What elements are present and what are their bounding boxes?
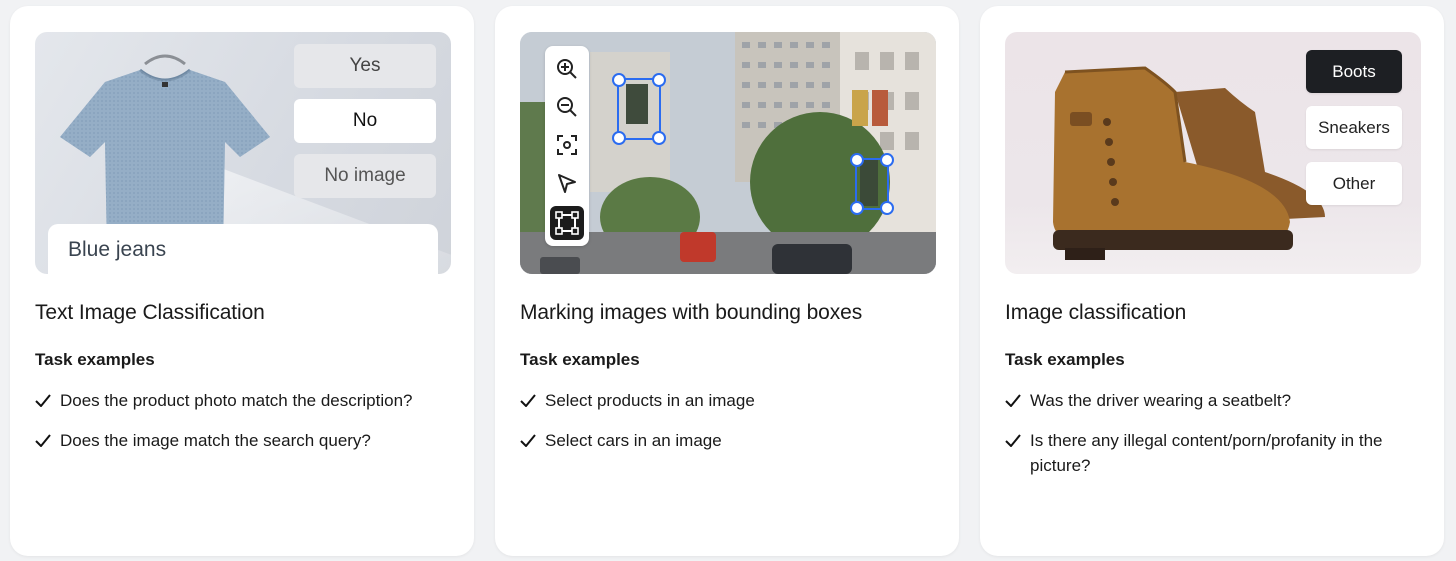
list-item: Was the driver wearing a seatbelt? bbox=[1005, 388, 1415, 413]
card-image-classification: Boots Sneakers Other Image classificatio… bbox=[980, 6, 1444, 556]
example-text: Is there any illegal content/porn/profan… bbox=[1030, 431, 1383, 475]
card-title: Marking images with bounding boxes bbox=[520, 301, 863, 324]
zoom-out-button[interactable] bbox=[550, 90, 584, 124]
fit-screen-button[interactable] bbox=[550, 128, 584, 162]
example-text: Does the product photo match the descrip… bbox=[60, 391, 413, 410]
option-no-image[interactable]: No image bbox=[294, 154, 436, 198]
option-no[interactable]: No bbox=[294, 99, 436, 143]
option-other[interactable]: Other bbox=[1306, 162, 1402, 205]
checkmark-icon bbox=[35, 394, 51, 407]
task-examples-list: Does the product photo match the descrip… bbox=[35, 388, 445, 468]
query-text-field[interactable]: Blue jeans bbox=[48, 224, 438, 274]
tshirt-preview-image: Yes No No image Blue jeans bbox=[35, 32, 451, 274]
resize-handle[interactable] bbox=[850, 153, 864, 167]
bounding-box-button[interactable] bbox=[550, 206, 584, 240]
resize-handle[interactable] bbox=[612, 73, 626, 87]
checkmark-icon bbox=[520, 394, 536, 407]
resize-handle[interactable] bbox=[652, 73, 666, 87]
card-title: Text Image Classification bbox=[35, 301, 265, 324]
card-bounding-boxes: Marking images with bounding boxes Task … bbox=[495, 6, 959, 556]
zoom-out-icon bbox=[557, 97, 577, 117]
checkmark-icon bbox=[1005, 434, 1021, 447]
task-examples-heading: Task examples bbox=[520, 350, 640, 369]
example-text: Was the driver wearing a seatbelt? bbox=[1030, 391, 1292, 410]
resize-handle[interactable] bbox=[850, 201, 864, 215]
card-text-image-classification: Yes No No image Blue jeans Text Image Cl… bbox=[10, 6, 474, 556]
list-item: Is there any illegal content/porn/profan… bbox=[1005, 428, 1415, 478]
resize-handle[interactable] bbox=[612, 131, 626, 145]
task-examples-list: Select products in an image Select cars … bbox=[520, 388, 930, 468]
task-examples-list: Was the driver wearing a seatbelt? Is th… bbox=[1005, 388, 1415, 493]
list-item: Select products in an image bbox=[520, 388, 930, 413]
card-title: Image classification bbox=[1005, 301, 1187, 324]
option-boots[interactable]: Boots bbox=[1306, 50, 1402, 93]
option-yes[interactable]: Yes bbox=[294, 44, 436, 88]
list-item: Does the image match the search query? bbox=[35, 428, 445, 453]
query-text: Blue jeans bbox=[68, 238, 167, 261]
bounding-box-traffic-light-1[interactable] bbox=[612, 73, 666, 145]
example-text: Select products in an image bbox=[545, 391, 755, 410]
bounding-box-traffic-light-2[interactable] bbox=[850, 153, 894, 215]
example-text: Select cars in an image bbox=[545, 431, 722, 450]
fit-screen-icon bbox=[557, 135, 577, 155]
pointer-icon bbox=[558, 174, 576, 193]
task-examples-heading: Task examples bbox=[35, 350, 155, 369]
checkmark-icon bbox=[520, 434, 536, 447]
checkmark-icon bbox=[1005, 394, 1021, 407]
list-item: Select cars in an image bbox=[520, 428, 930, 453]
resize-handle[interactable] bbox=[652, 131, 666, 145]
zoom-in-icon bbox=[557, 59, 577, 79]
annotation-toolbar bbox=[545, 46, 589, 246]
list-item: Does the product photo match the descrip… bbox=[35, 388, 445, 413]
zoom-in-button[interactable] bbox=[550, 52, 584, 86]
checkmark-icon bbox=[35, 434, 51, 447]
pointer-button[interactable] bbox=[550, 166, 584, 200]
resize-handle[interactable] bbox=[880, 153, 894, 167]
bounding-box-icon bbox=[555, 211, 579, 235]
example-text: Does the image match the search query? bbox=[60, 431, 371, 450]
street-preview-image bbox=[520, 32, 936, 274]
boots-photo bbox=[1053, 66, 1325, 260]
option-sneakers[interactable]: Sneakers bbox=[1306, 106, 1402, 149]
task-examples-heading: Task examples bbox=[1005, 350, 1125, 369]
boots-preview-image: Boots Sneakers Other bbox=[1005, 32, 1421, 274]
resize-handle[interactable] bbox=[880, 201, 894, 215]
